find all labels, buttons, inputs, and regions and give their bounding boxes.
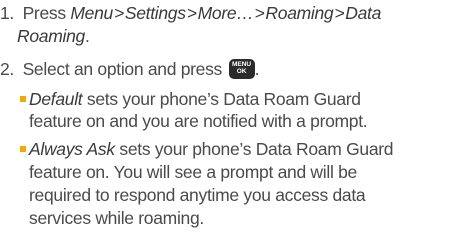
option-always-ask-text-2: feature on. You will see a prompt and wi…	[29, 162, 357, 182]
step-2-text: Select an option and press	[22, 59, 223, 79]
menu-path-more: More…	[197, 3, 254, 23]
key-icon-label-bottom: OK	[236, 68, 247, 76]
bullet-default	[20, 96, 26, 102]
step-1-line-1: 1. Press Menu>Settings>More…>Roaming>Dat…	[0, 2, 381, 24]
menu-path-separator: >	[113, 3, 124, 23]
step-1-text: Press	[22, 3, 67, 23]
step-1-period: .	[84, 26, 90, 46]
menu-path-roaming: Roaming	[265, 3, 334, 23]
option-always-ask-line-2: feature on. You will see a prompt and wi…	[29, 161, 357, 183]
option-always-ask-text-1: sets your phone’s Data Roam Guard	[119, 139, 394, 159]
option-always-ask-text-4: services while roaming.	[29, 208, 204, 228]
option-default-line-1: Default sets your phone’s Data Roam Guar…	[29, 88, 361, 110]
menu-path-data-roaming: Data	[345, 3, 382, 23]
step-1-number: 1.	[0, 3, 14, 23]
option-always-ask-term: Always Ask	[29, 139, 115, 159]
option-default-term: Default	[29, 89, 83, 109]
bullet-always-ask	[20, 146, 26, 152]
menu-path-data-roaming-cont: Roaming	[17, 26, 85, 46]
step-2-line: 2. Select an option and press MENU OK.	[0, 58, 259, 80]
step-1-line-2: Roaming.	[17, 25, 90, 47]
step-2-number: 2.	[0, 59, 14, 79]
option-default-text-2: feature on and you are notified with a p…	[29, 111, 368, 131]
option-default-text-1: sets your phone’s Data Roam Guard	[86, 89, 361, 109]
key-icon-label-top: MENU	[231, 60, 252, 68]
menu-ok-key-icon: MENU OK	[228, 58, 255, 79]
menu-path-menu: Menu	[70, 3, 113, 23]
option-default-line-2: feature on and you are notified with a p…	[29, 110, 368, 132]
option-always-ask-line-1: Always Ask sets your phone’s Data Roam G…	[29, 138, 394, 160]
instruction-document: 1. Press Menu>Settings>More…>Roaming>Dat…	[0, 0, 467, 242]
menu-path-settings: Settings	[124, 3, 186, 23]
menu-path-separator: >	[334, 3, 345, 23]
option-always-ask-text-3: required to respond anytime you access d…	[29, 185, 366, 205]
step-2-period: .	[254, 59, 260, 79]
option-always-ask-line-4: services while roaming.	[29, 207, 204, 229]
menu-path-separator: >	[186, 3, 197, 23]
menu-path-separator: >	[254, 3, 265, 23]
option-always-ask-line-3: required to respond anytime you access d…	[29, 184, 366, 206]
